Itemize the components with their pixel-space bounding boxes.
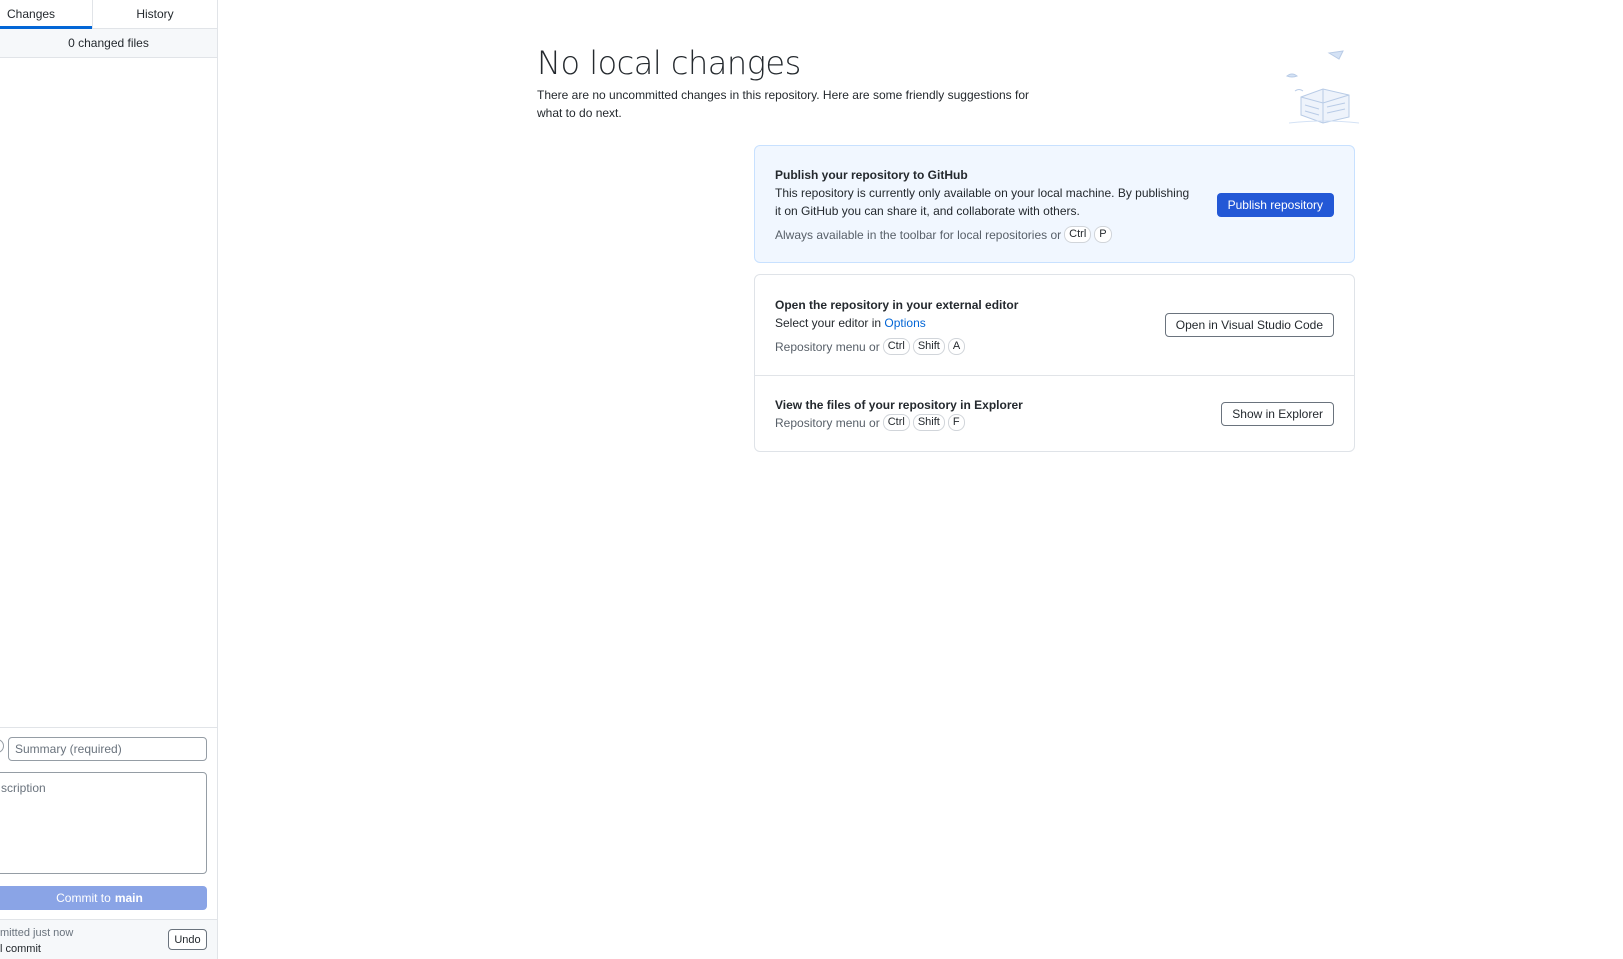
empty-state-illustration — [1286, 50, 1359, 124]
avatar — [0, 739, 4, 753]
publish-hint-text: Always available in the toolbar for loca… — [775, 227, 1062, 242]
summary-input[interactable] — [8, 737, 207, 761]
publish-description: This repository is currently only availa… — [775, 186, 1190, 218]
editor-hint: Repository menu or Ctrl Shift A — [775, 338, 1334, 355]
undo-commit-time: mitted just now — [0, 927, 74, 939]
kbd-p: P — [1094, 226, 1112, 243]
kbd-ctrl: Ctrl — [882, 338, 910, 355]
description-placeholder: scription — [1, 781, 46, 795]
undo-button[interactable]: Undo — [168, 929, 207, 950]
kbd-f: F — [947, 414, 965, 431]
tab-history-label: History — [136, 7, 174, 21]
kbd-a: A — [947, 338, 966, 355]
kbd-ctrl: Ctrl — [882, 414, 910, 431]
kbd-shift: Shift — [912, 414, 945, 431]
tab-history[interactable]: History — [92, 0, 217, 28]
commit-button-prefix: Commit to — [56, 891, 111, 905]
undo-commit-message: l commit — [0, 943, 41, 955]
publish-title: Publish your repository to GitHub — [775, 168, 968, 182]
editor-hint-text: Repository menu or — [775, 339, 880, 354]
changed-files-count: 0 changed files — [68, 36, 149, 50]
actions-card: Open the repository in your external edi… — [754, 274, 1355, 452]
commit-panel: scription Commit to main — [0, 727, 217, 919]
publish-card: Publish your repository to GitHub This r… — [754, 145, 1355, 263]
page-title: No local changes — [537, 44, 801, 82]
sidebar: Changes History 0 changed files scriptio… — [0, 0, 218, 959]
main-panel — [218, 0, 1623, 959]
tab-bar: Changes History — [0, 0, 217, 29]
explorer-hint-text: Repository menu or — [775, 415, 880, 430]
publish-repository-button[interactable]: Publish repository — [1216, 193, 1334, 217]
undo-commit-panel: mitted just now l commit Undo — [0, 919, 217, 959]
open-in-editor-button[interactable]: Open in Visual Studio Code — [1164, 313, 1334, 337]
page-subtitle: There are no uncommitted changes in this… — [537, 88, 1030, 121]
kbd-ctrl: Ctrl — [1064, 226, 1092, 243]
options-link[interactable]: Options — [884, 316, 925, 330]
editor-title: Open the repository in your external edi… — [775, 298, 1019, 312]
changed-files-header: 0 changed files — [0, 29, 217, 58]
editor-description-text: Select your editor in — [775, 316, 882, 330]
tab-changes-label: Changes — [7, 7, 56, 21]
publish-hint: Always available in the toolbar for loca… — [775, 226, 1334, 243]
editor-row: Open the repository in your external edi… — [755, 275, 1354, 375]
app-window: Changes History 0 changed files scriptio… — [0, 0, 1623, 959]
tab-changes[interactable]: Changes — [0, 0, 92, 29]
explorer-row: View the files of your repository in Exp… — [755, 375, 1354, 431]
show-in-explorer-button[interactable]: Show in Explorer — [1221, 402, 1334, 426]
commit-button[interactable]: Commit to main — [0, 886, 207, 910]
commit-branch-name: main — [114, 891, 143, 905]
publish-row: Publish your repository to GitHub This r… — [755, 146, 1354, 243]
no-changes-header: No local changes There are no uncommitte… — [537, 44, 1137, 122]
kbd-shift: Shift — [912, 338, 945, 355]
description-field[interactable]: scription — [0, 772, 207, 874]
